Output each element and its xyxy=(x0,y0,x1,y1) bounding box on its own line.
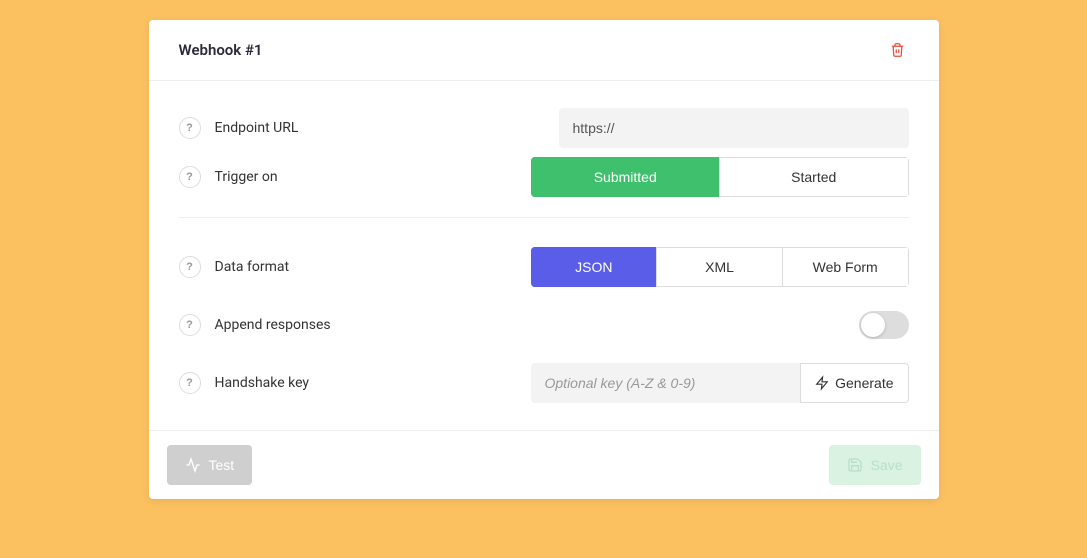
webhook-config-card: Webhook #1 ? Endpoint URL ? Trigger on xyxy=(149,20,939,499)
card-header: Webhook #1 xyxy=(149,20,939,81)
trigger-option-started[interactable]: Started xyxy=(719,157,909,197)
format-option-xml[interactable]: XML xyxy=(656,247,782,287)
trigger-option-submitted[interactable]: Submitted xyxy=(531,157,720,197)
format-option-json[interactable]: JSON xyxy=(531,247,657,287)
label-format: Data format xyxy=(215,259,290,275)
label-append: Append responses xyxy=(215,317,331,333)
append-toggle[interactable] xyxy=(859,311,909,339)
row-trigger: ? Trigger on Submitted Started xyxy=(179,157,909,218)
activity-icon xyxy=(185,457,201,473)
save-button[interactable]: Save xyxy=(829,445,921,485)
delete-button[interactable] xyxy=(886,38,909,62)
form-body: ? Endpoint URL ? Trigger on Submitted St… xyxy=(149,81,939,418)
test-label: Test xyxy=(209,457,235,473)
card-footer: Test Save xyxy=(149,430,939,499)
row-format: ? Data format JSON XML Web Form xyxy=(179,238,909,296)
generate-label: Generate xyxy=(835,375,893,391)
label-endpoint: Endpoint URL xyxy=(215,120,299,136)
handshake-key-input[interactable] xyxy=(531,363,801,403)
help-button-format[interactable]: ? xyxy=(179,256,201,278)
test-button[interactable]: Test xyxy=(167,445,253,485)
toggle-knob xyxy=(861,313,885,337)
generate-button[interactable]: Generate xyxy=(800,363,908,403)
format-option-webform[interactable]: Web Form xyxy=(782,247,909,287)
lightning-icon xyxy=(815,375,829,391)
help-button-append[interactable]: ? xyxy=(179,314,201,336)
help-button-trigger[interactable]: ? xyxy=(179,166,201,188)
trash-icon xyxy=(890,42,905,58)
row-endpoint: ? Endpoint URL xyxy=(179,99,909,157)
row-handshake: ? Handshake key Generate xyxy=(179,354,909,412)
label-handshake: Handshake key xyxy=(215,375,310,391)
endpoint-url-input[interactable] xyxy=(559,108,909,148)
format-segmented-control: JSON XML Web Form xyxy=(531,247,909,287)
card-title: Webhook #1 xyxy=(179,41,263,59)
save-icon xyxy=(847,457,863,473)
trigger-segmented-control: Submitted Started xyxy=(531,157,909,197)
help-button-handshake[interactable]: ? xyxy=(179,372,201,394)
row-append: ? Append responses xyxy=(179,296,909,354)
help-button-endpoint[interactable]: ? xyxy=(179,117,201,139)
save-label: Save xyxy=(871,457,903,473)
label-trigger: Trigger on xyxy=(215,169,278,185)
